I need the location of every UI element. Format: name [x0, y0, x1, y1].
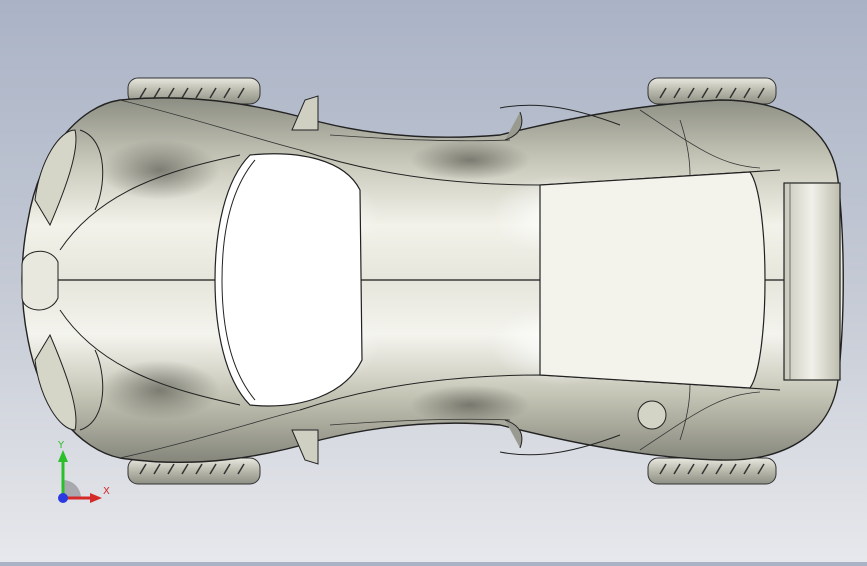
left-mirror[interactable] [291, 95, 319, 131]
car-body[interactable] [21, 97, 844, 464]
x-axis-label: X [103, 486, 110, 497]
y-axis-label: Y [58, 440, 65, 451]
rear-right-wheel[interactable] [647, 457, 777, 485]
coordinate-triad: Y X [48, 440, 118, 510]
rear-wing[interactable] [783, 182, 841, 381]
z-axis-dot [58, 493, 68, 503]
graphics-viewport[interactable] [0, 0, 867, 562]
